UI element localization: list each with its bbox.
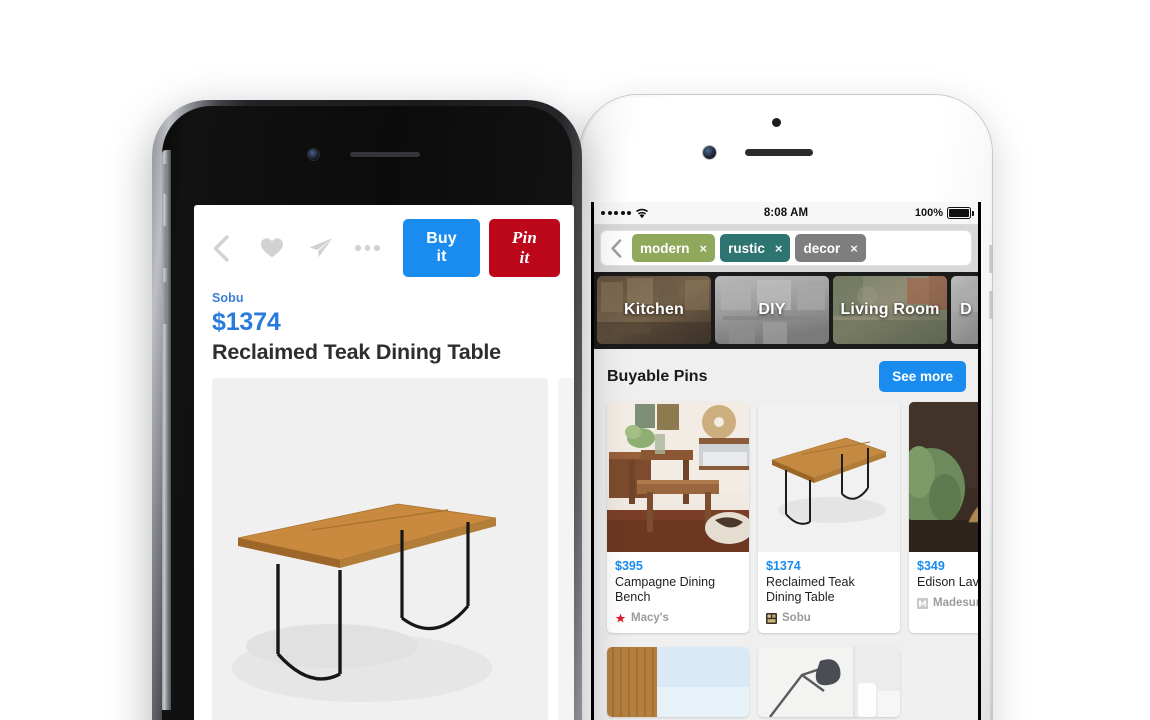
product-info: $349 Edison Lav Vertical Madesun [909,552,978,618]
buyable-pins-header: Buyable Pins See more [594,349,978,402]
back-chevron-icon[interactable] [212,234,260,262]
right-phone-bezel: 8:08 AM 100% modern × rustic × decor × K… [582,97,990,720]
battery-icon [947,207,974,219]
front-camera-icon [308,149,319,160]
product-image[interactable] [607,402,749,552]
merchant-row: Madesun [917,597,978,609]
volume-down-button[interactable] [989,291,993,319]
madesun-square-badge-icon [917,597,928,609]
category-strip: Kitchen DIY Living Room D [594,272,978,349]
search-tag-rustic[interactable]: rustic × [720,234,791,262]
product-name: Edison Lav Vertical [917,575,978,589]
volume-down-button[interactable] [162,282,167,324]
pin-price: $1374 [212,308,281,336]
more-icon[interactable] [355,245,403,251]
feed-pin[interactable] [758,647,900,717]
tag-label: modern [640,240,690,256]
battery-percent-label: 100% [914,207,943,219]
screenshot-stage: 8:08 AM 100% modern × rustic × decor × K… [0,0,1150,720]
pin-it-button[interactable]: Pin it [488,219,561,277]
left-phone-device: Buy it Pin it Sobu $1374 Reclaimed Teak … [152,100,582,720]
pin-image-carousel [194,366,574,720]
left-phone-screen: Buy it Pin it Sobu $1374 Reclaimed Teak … [194,205,574,720]
volume-up-button[interactable] [162,226,167,268]
page-title: Reclaimed Teak Dining Table [212,340,501,364]
buyable-pins-card-row: $395 Campagne Dining Bench Macy's $1374 … [594,402,978,643]
merchant-name: Macy's [631,612,669,624]
tag-label: rustic [728,240,765,256]
front-camera-icon [703,146,716,159]
category-label: Kitchen [623,301,685,318]
see-more-button[interactable]: See more [879,361,966,392]
pin-next-image-peek[interactable] [558,378,574,720]
product-price: $395 [615,559,643,573]
status-bar: 8:08 AM 100% [594,202,978,225]
tag-remove-icon[interactable]: × [700,241,708,256]
macys-star-badge-icon [615,613,626,624]
earpiece-speaker [350,152,420,157]
feed-pin[interactable] [607,647,749,717]
mute-switch[interactable] [162,164,167,194]
category-label: DIY [758,301,786,318]
pin-hero-image[interactable] [212,378,548,720]
pin-brand[interactable]: Sobu [212,291,556,305]
pinterest-feed-viewport: 8:08 AM 100% modern × rustic × decor × K… [594,202,978,720]
feed-bottom-row [594,643,978,717]
volume-up-button[interactable] [989,245,993,273]
product-info: $395 Campagne Dining Bench Macy's [607,552,749,633]
merchant-row: Macy's [615,612,741,624]
buyable-pins-section: Buyable Pins See more $395 Campagne Dini… [594,349,978,717]
tag-search-bar: modern × rustic × decor × [594,225,978,272]
product-info: $1374 Reclaimed Teak Dining Table Sobu [758,552,900,633]
category-tile-living-room[interactable]: Living Room [833,276,947,344]
pin-action-buttons: Buy it Pin it [403,219,561,277]
product-price: $1374 [766,559,801,573]
tag-search-field[interactable]: modern × rustic × decor × [600,230,972,266]
back-chevron-icon[interactable] [605,238,627,258]
merchant-row: Sobu [766,612,892,624]
search-tag-decor[interactable]: decor × [795,234,866,262]
tag-remove-icon[interactable]: × [850,241,858,256]
send-icon[interactable] [308,236,356,260]
search-tag-modern[interactable]: modern × [632,234,716,262]
pin-detail-toolbar: Buy it Pin it [194,205,574,287]
proximity-sensor-icon [772,118,781,127]
category-label: D [960,301,972,318]
right-phone-device: 8:08 AM 100% modern × rustic × decor × K… [580,95,993,720]
earpiece-speaker [745,149,813,156]
sobu-square-badge-icon [766,612,777,624]
product-image[interactable] [758,402,900,552]
right-phone-screen: 8:08 AM 100% modern × rustic × decor × K… [591,202,981,720]
merchant-name: Madesun [933,597,978,609]
category-tile-kitchen[interactable]: Kitchen [597,276,711,344]
left-phone-bezel: Buy it Pin it Sobu $1374 Reclaimed Teak … [162,106,574,720]
merchant-name: Sobu [782,612,811,624]
buy-it-button[interactable]: Buy it [403,219,480,277]
section-title: Buyable Pins [607,367,708,385]
product-price: $349 [917,559,945,573]
heart-icon[interactable] [260,237,308,259]
product-card[interactable]: $1374 Reclaimed Teak Dining Table Sobu [758,402,900,633]
category-tile-partial[interactable]: D [951,276,978,344]
tag-label: decor [803,240,841,256]
pin-meta: Sobu $1374 Reclaimed Teak Dining Table [194,287,574,366]
tag-remove-icon[interactable]: × [775,241,783,256]
product-name: Campagne Dining Bench [615,575,716,604]
product-card[interactable]: $349 Edison Lav Vertical Madesun [909,402,978,633]
product-image[interactable] [909,402,978,552]
product-card[interactable]: $395 Campagne Dining Bench Macy's [607,402,749,633]
product-name: Reclaimed Teak Dining Table [766,575,855,604]
category-label: Living Room [840,301,940,318]
status-bar-right: 100% [914,207,974,219]
category-tile-diy[interactable]: DIY [715,276,829,344]
